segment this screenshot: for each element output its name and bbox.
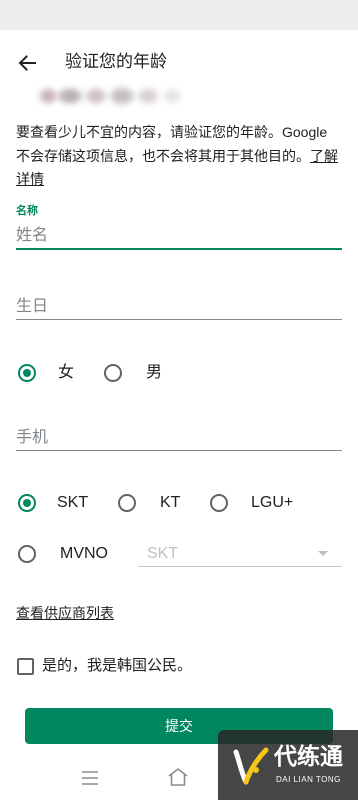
status-bar <box>0 0 358 30</box>
citizen-checkbox[interactable] <box>17 658 34 675</box>
gender-radio-female[interactable] <box>18 364 36 382</box>
home-icon[interactable] <box>167 767 189 787</box>
birthday-input[interactable] <box>16 294 342 320</box>
arrow-left-icon <box>18 55 36 71</box>
carrier-radio-mvno[interactable] <box>18 545 36 563</box>
carrier-radio-lgu[interactable] <box>210 494 228 512</box>
watermark: 代练通 DAI LIAN TONG <box>218 730 358 800</box>
carrier-radio-skt[interactable] <box>18 494 36 512</box>
provider-list-link[interactable]: 查看供应商列表 <box>16 603 114 623</box>
carrier-label-skt: SKT <box>57 494 89 511</box>
mvno-carrier-select[interactable]: SKT <box>138 541 342 567</box>
back-button[interactable] <box>14 50 40 76</box>
intro-text: 要查看少儿不宜的内容，请验证您的年龄。Google 不会存储这项信息，也不会将其… <box>16 121 342 192</box>
carrier-label-mvno: MVNO <box>60 545 108 562</box>
blurred-account <box>38 84 184 108</box>
chevron-down-icon <box>318 551 328 556</box>
page-title: 验证您的年龄 <box>65 52 167 71</box>
carrier-label-kt: KT <box>160 494 181 511</box>
gender-label-female: 女 <box>58 364 75 381</box>
name-field-label: 名称 <box>16 205 38 217</box>
name-input[interactable] <box>16 224 342 250</box>
watermark-name: 代练通 <box>274 743 343 769</box>
watermark-logo-icon <box>233 747 269 785</box>
mvno-select-value: SKT <box>147 545 179 562</box>
watermark-subtitle: DAI LIAN TONG <box>276 775 341 784</box>
intro-description: 要查看少儿不宜的内容，请验证您的年龄。Google 不会存储这项信息，也不会将其… <box>16 124 328 164</box>
citizen-checkbox-label: 是的，我是韩国公民。 <box>42 657 193 674</box>
gender-label-male: 男 <box>146 364 163 381</box>
gender-radio-male[interactable] <box>104 364 122 382</box>
phone-input[interactable] <box>16 425 342 451</box>
carrier-label-lgu: LGU+ <box>251 494 294 511</box>
menu-icon[interactable] <box>80 769 100 787</box>
carrier-radio-kt[interactable] <box>118 494 136 512</box>
